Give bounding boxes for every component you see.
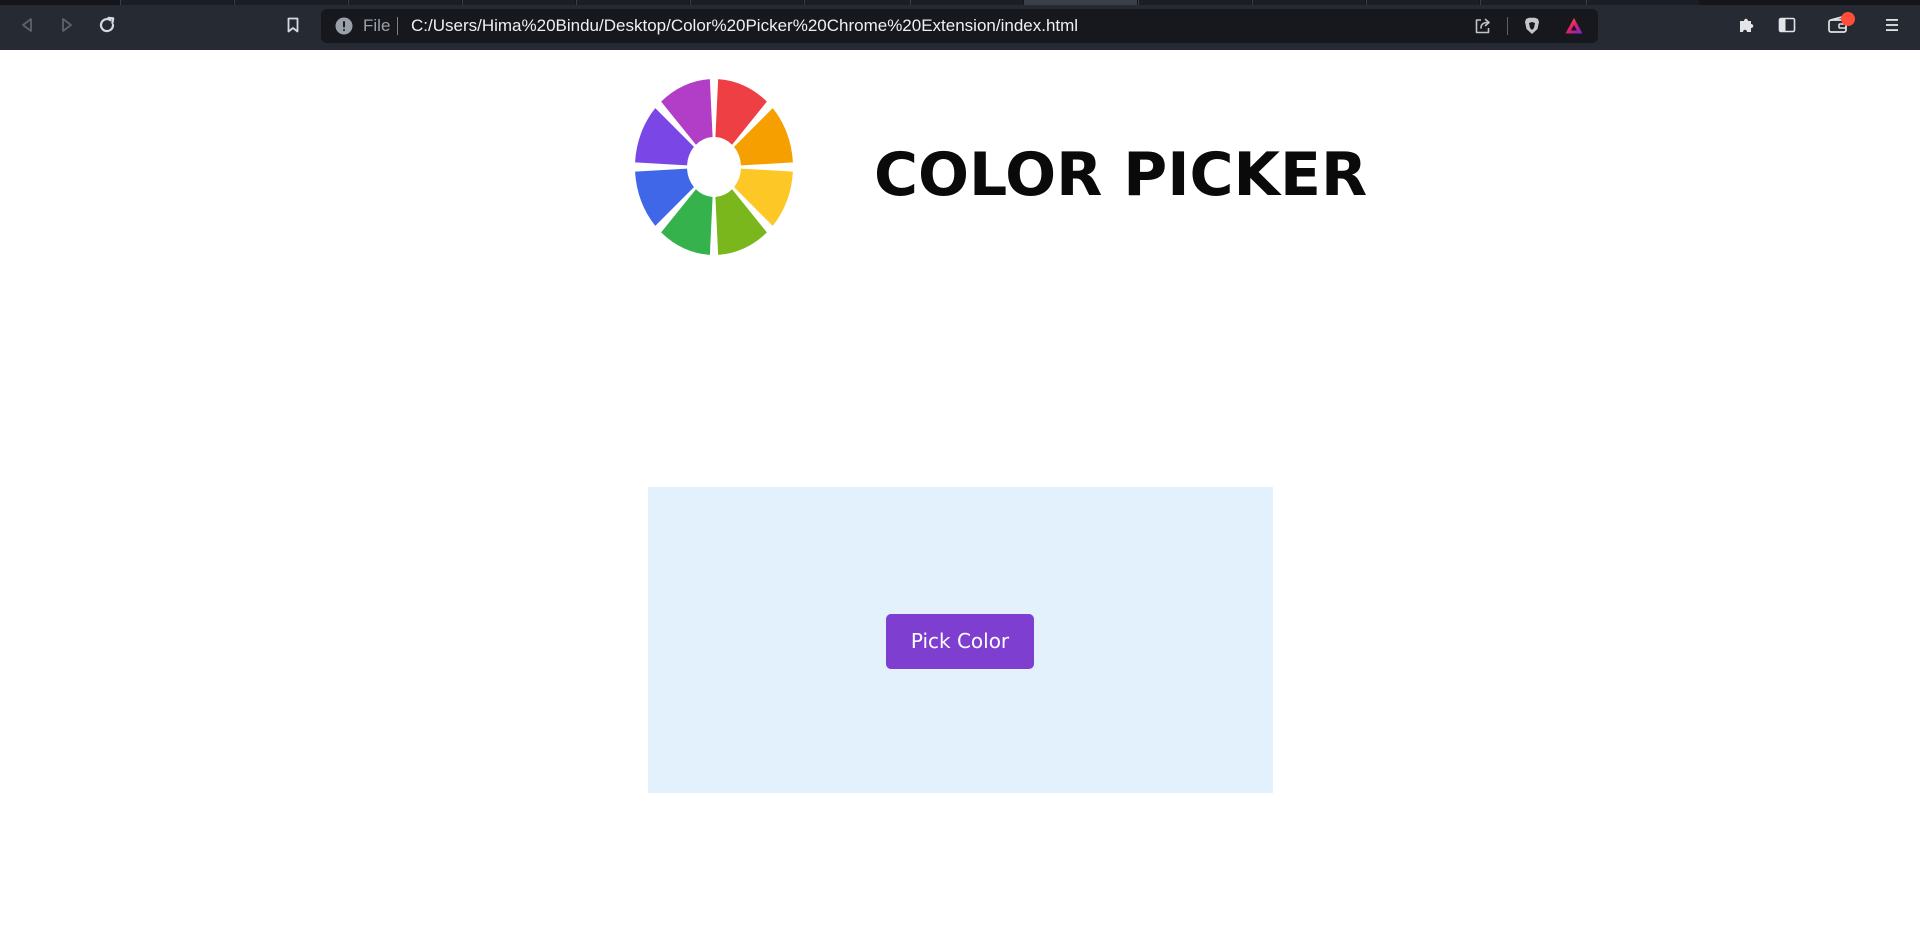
browser-toolbar: File C:/Users/Hima%20Bindu/Desktop/Color… [0, 0, 1920, 50]
main-menu-button[interactable] [1879, 12, 1905, 38]
back-arrow-icon [22, 18, 32, 32]
brave-shield-icon[interactable] [1522, 16, 1542, 36]
info-icon[interactable] [335, 17, 353, 35]
scheme-label: File [363, 16, 391, 35]
address-separator [397, 17, 398, 35]
browser-tab[interactable] [1366, 0, 1479, 5]
browser-tab[interactable] [910, 0, 1023, 5]
page-content: COLOR PICKER Pick Color [0, 50, 1920, 927]
browser-tab[interactable] [690, 0, 803, 5]
page-title: COLOR PICKER [874, 140, 1368, 210]
bookmark-button[interactable] [280, 12, 306, 38]
sidebar-icon [1778, 17, 1796, 33]
extensions-button[interactable] [1734, 12, 1760, 38]
browser-tab[interactable] [1586, 0, 1699, 5]
forward-arrow-icon [62, 18, 72, 32]
back-button[interactable] [14, 12, 40, 38]
brave-rewards-icon[interactable] [1564, 16, 1584, 36]
picker-panel: Pick Color [648, 487, 1273, 793]
url-text[interactable]: C:/Users/Hima%20Bindu/Desktop/Color%20Pi… [411, 16, 1078, 36]
browser-tab[interactable] [234, 0, 347, 5]
notification-badge [1841, 12, 1855, 26]
browser-tab[interactable] [348, 0, 461, 5]
reload-button[interactable] [94, 12, 120, 38]
browser-tab[interactable] [120, 0, 233, 5]
sidebar-button[interactable] [1774, 12, 1800, 38]
forward-button[interactable] [54, 12, 80, 38]
bookmark-icon [287, 17, 299, 33]
puzzle-icon [1740, 18, 1754, 32]
browser-tab[interactable] [462, 0, 575, 5]
color-wheel-logo [635, 79, 793, 255]
tab-strip [0, 0, 1920, 5]
share-icon[interactable] [1473, 16, 1493, 36]
browser-tab[interactable] [576, 0, 689, 5]
pick-color-button[interactable]: Pick Color [886, 614, 1034, 669]
address-bar[interactable]: File C:/Users/Hima%20Bindu/Desktop/Color… [321, 9, 1598, 43]
browser-tab[interactable] [1252, 0, 1365, 5]
browser-tab[interactable] [1480, 0, 1593, 5]
browser-tab[interactable] [1138, 0, 1251, 5]
browser-tab-active[interactable] [1024, 0, 1137, 5]
reload-icon [99, 16, 115, 33]
hamburger-menu-icon [1886, 19, 1898, 31]
address-right-separator [1507, 17, 1508, 35]
browser-tab[interactable] [804, 0, 917, 5]
